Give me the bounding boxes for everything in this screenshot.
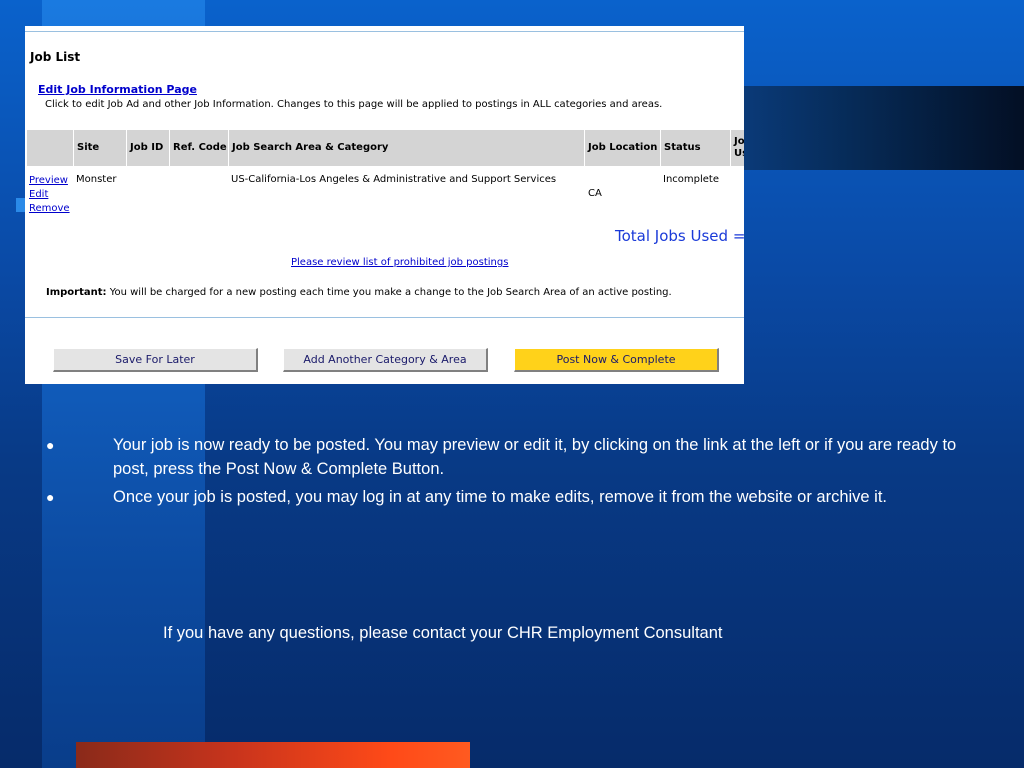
prohibited-postings-link[interactable]: Please review list of prohibited job pos… xyxy=(291,257,508,268)
page-title: Job List xyxy=(30,50,81,64)
instruction-bullets: ● Your job is now ready to be posted. Yo… xyxy=(46,433,966,513)
column-header-job-id: Job ID xyxy=(126,130,169,166)
important-label: Important: xyxy=(46,287,107,298)
column-header-status: Status xyxy=(660,130,730,166)
bullet-item: ● Once your job is posted, you may log i… xyxy=(46,485,966,509)
bullet-icon: ● xyxy=(46,489,55,505)
post-now-complete-button[interactable]: Post Now & Complete xyxy=(514,348,719,372)
edit-job-info-link[interactable]: Edit Job Information Page xyxy=(38,83,197,96)
row-area-category: US-California-Los Angeles & Administrati… xyxy=(231,174,557,185)
job-list-screenshot: Job List Edit Job Information Page Click… xyxy=(25,26,744,384)
row-site: Monster xyxy=(76,174,117,185)
table-header: Site Job ID Ref. Code Job Search Area & … xyxy=(27,130,744,166)
preview-link[interactable]: Preview xyxy=(29,174,70,188)
bullet-item: ● Your job is now ready to be posted. Yo… xyxy=(46,433,966,481)
edit-job-info-description: Click to edit Job Ad and other Job Infor… xyxy=(45,99,663,110)
column-header-ref-code: Ref. Code xyxy=(169,130,228,166)
jobs-used-header-line1: Jo xyxy=(734,136,744,147)
row-actions: Preview Edit Remove xyxy=(29,174,70,216)
column-header-location: Job Location xyxy=(584,130,660,166)
edit-link[interactable]: Edit xyxy=(29,188,70,202)
row-location: CA xyxy=(588,188,602,199)
column-header-area-category: Job Search Area & Category xyxy=(228,130,584,166)
divider-bottom xyxy=(25,317,744,318)
accent-square xyxy=(16,198,25,212)
bullet-icon: ● xyxy=(46,437,55,453)
total-jobs-used: Total Jobs Used = xyxy=(615,227,744,245)
bullet-text: Your job is now ready to be posted. You … xyxy=(113,436,957,478)
divider-top xyxy=(25,31,744,32)
jobs-used-header-line2: Us xyxy=(734,148,744,159)
add-category-area-button[interactable]: Add Another Category & Area xyxy=(283,348,488,372)
red-accent-bar xyxy=(76,742,470,768)
remove-link[interactable]: Remove xyxy=(29,202,70,216)
save-for-later-button[interactable]: Save For Later xyxy=(53,348,258,372)
contact-note: If you have any questions, please contac… xyxy=(163,624,723,642)
row-status: Incomplete xyxy=(663,174,719,185)
column-header-jobs-used: Jo Us xyxy=(730,130,744,166)
bullet-text: Once your job is posted, you may log in … xyxy=(113,488,888,506)
important-notice: Important: You will be charged for a new… xyxy=(46,287,672,298)
important-text: You will be charged for a new posting ea… xyxy=(106,287,672,298)
column-header-site: Site xyxy=(73,130,126,166)
dark-accent-band xyxy=(744,86,1024,170)
column-header-actions xyxy=(27,130,73,166)
